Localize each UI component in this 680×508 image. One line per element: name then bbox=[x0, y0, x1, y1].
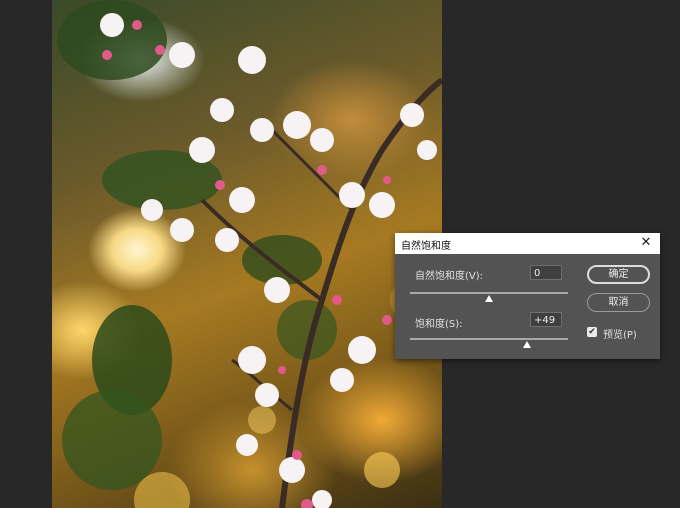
dialog-titlebar[interactable]: 自然饱和度 ✕ bbox=[395, 233, 660, 254]
saturation-input[interactable]: +49 bbox=[530, 312, 562, 327]
vibrance-slider-track[interactable] bbox=[410, 292, 568, 294]
ok-button[interactable]: 确定 bbox=[587, 265, 650, 284]
blossom-photo-illustration bbox=[57, 0, 442, 508]
preview-checkbox[interactable]: ✔ bbox=[587, 327, 597, 337]
vibrance-input[interactable]: 0 bbox=[530, 265, 562, 280]
vibrance-dialog: 自然饱和度 ✕ 自然饱和度(V): 0 饱和度(S): +49 确定 取消 ✔ … bbox=[395, 233, 660, 359]
vibrance-slider-thumb[interactable] bbox=[485, 295, 493, 302]
saturation-slider-track[interactable] bbox=[410, 338, 568, 340]
workspace-left-margin bbox=[0, 0, 52, 508]
dialog-title: 自然饱和度 bbox=[401, 241, 451, 252]
preview-label: 预览(P) bbox=[603, 330, 637, 341]
photo-canvas[interactable] bbox=[52, 0, 442, 508]
cancel-button[interactable]: 取消 bbox=[587, 293, 650, 312]
saturation-slider-thumb[interactable] bbox=[522, 341, 531, 348]
vibrance-label: 自然饱和度(V): bbox=[415, 271, 484, 282]
close-icon[interactable]: ✕ bbox=[640, 236, 652, 250]
saturation-label: 饱和度(S): bbox=[415, 319, 463, 330]
